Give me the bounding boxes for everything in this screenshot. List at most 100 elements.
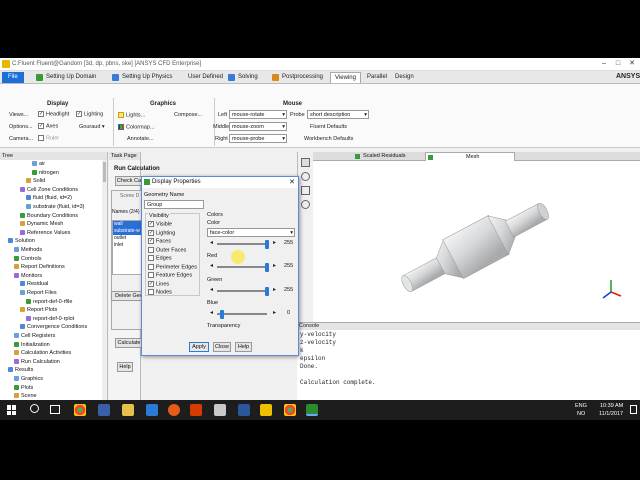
tree-item[interactable]: Monitors [14,272,42,280]
tree-item[interactable]: Graphics [14,375,43,383]
close-icon[interactable]: ✕ [289,177,295,188]
green2-decrease-arrow-icon[interactable]: ◂ [210,286,213,293]
lighting-checkbox[interactable]: ✓ Lighting [76,111,103,117]
red-slider-track[interactable] [217,243,267,245]
tree-item[interactable]: Boundary Conditions [20,212,78,220]
workbench-defaults-button[interactable]: Workbench Defaults [304,136,353,142]
tab-setting-up-physics[interactable]: Setting Up Physics [110,72,176,83]
tree-item[interactable]: Run Calculation [14,358,60,366]
green-slider-thumb[interactable] [265,263,269,272]
green2-increase-arrow-icon[interactable]: ▸ [273,286,276,293]
tree-item[interactable]: Scene [14,392,37,400]
clock-time[interactable]: 10:39 AM [600,403,623,409]
chrome-icon[interactable] [284,404,296,416]
clock-date[interactable]: 11/1/2017 [599,411,623,417]
tree-item[interactable]: report-def-0-rfile [26,298,72,306]
tab-viewing[interactable]: Viewing [330,72,361,83]
tree-item[interactable]: Report Definitions [14,263,65,271]
pointer-icon[interactable] [301,158,310,167]
tab-parallel[interactable]: Parallel [363,72,391,83]
language-indicator[interactable]: ENG [575,403,587,409]
green-increase-arrow-icon[interactable]: ▸ [273,262,276,269]
green2-slider-thumb[interactable] [265,287,269,296]
green-slider-track[interactable] [217,266,267,268]
options-button[interactable]: Options... [9,124,33,130]
tab-design[interactable]: Design [391,72,418,83]
tree-item[interactable]: Residual [20,280,48,288]
word-icon[interactable] [238,404,250,416]
red-increase-arrow-icon[interactable]: ▸ [273,239,276,246]
visibility-checkbox[interactable]: Outer Faces [148,246,186,253]
tree-item[interactable]: air [32,160,45,168]
minimize-button[interactable]: – [598,59,610,69]
compose-button[interactable]: Compose... [174,112,202,118]
tree-item[interactable]: substrate (fluid, id=3) [26,203,85,211]
right-mouse-dropdown[interactable]: mouse-probe ▾ [229,134,287,143]
blue-increase-arrow-icon[interactable]: ▸ [273,309,276,316]
tree-item[interactable]: Reference Values [20,229,70,237]
views-button[interactable]: Views... [9,112,28,118]
geometry-name-field[interactable]: Group [144,200,204,209]
tree-item[interactable]: nitrogen [32,169,59,177]
ruler-checkbox[interactable]: Ruler [38,135,59,141]
green-decrease-arrow-icon[interactable]: ◂ [210,262,213,269]
tab-user-defined[interactable]: User Defined [176,72,227,83]
axes-checkbox[interactable]: ✓ Axes [38,123,58,129]
console-panel[interactable]: Console y-velocity z-velocity k epsilon Done… [297,322,640,400]
app-icon[interactable] [146,404,158,416]
close-button[interactable]: Close [213,342,231,352]
tab-scaled-residuals[interactable]: Scaled Residuals [353,152,410,161]
shading-dropdown[interactable]: Gouraud ▾ [79,124,105,130]
apply-button[interactable]: Apply [189,342,209,352]
zoom-icon[interactable] [301,200,310,209]
tree-item[interactable]: Methods [14,246,42,254]
close-window-button[interactable]: ✕ [626,59,638,69]
chrome-icon[interactable] [74,404,86,416]
tree-item[interactable]: Initialization [14,341,50,349]
visibility-checkbox[interactable]: ✓ Faces [148,238,171,244]
tree-item[interactable]: Dynamic Mesh [20,220,63,228]
probe-dropdown[interactable]: short description ▾ [307,110,369,119]
tab-postprocessing[interactable]: Postprocessing [270,72,327,83]
tree-item[interactable]: Results [8,366,33,374]
camera-button[interactable]: Camera... [9,136,33,142]
headlight-checkbox[interactable]: ✓ Headlight [38,111,69,117]
tree-item[interactable]: Report Plots [20,306,57,314]
color-dropdown[interactable]: face-color ▾ [207,228,295,237]
tree-item[interactable]: fluid (fluid, id=2) [26,194,72,202]
tree-item[interactable]: Controls [14,255,41,263]
colormap-button[interactable]: Colormap... [118,124,154,130]
teamviewer-icon[interactable] [98,404,110,416]
blue-slider-thumb[interactable] [220,310,224,319]
notification-icon[interactable] [630,405,637,414]
lights-button[interactable]: Lights... [118,112,145,118]
task-view-icon[interactable] [50,405,60,414]
start-button[interactable] [7,405,17,415]
tree-item[interactable]: Solid [26,177,45,185]
graphics-viewport[interactable] [313,152,640,322]
blue-decrease-arrow-icon[interactable]: ◂ [210,309,213,316]
ansys-workbench-icon[interactable] [260,404,272,416]
powerpoint-icon[interactable] [190,404,202,416]
tree-item[interactable]: Cell Registers [14,332,55,340]
tab-setting-up-domain[interactable]: Setting Up Domain [34,72,100,83]
visibility-checkbox[interactable]: ✓ Visible [148,221,172,227]
tree-item[interactable]: Cell Zone Conditions [20,186,78,194]
visibility-checkbox[interactable]: Perimeter Edges [148,263,197,270]
annotate-button[interactable]: Annotate... [127,136,154,142]
calculate-button[interactable]: Calculate [115,338,143,348]
tab-mesh[interactable]: Mesh [425,152,515,161]
fluent-defaults-button[interactable]: Fluent Defaults [310,124,347,130]
help-button[interactable]: Help [235,342,252,352]
tree-scrollbar[interactable] [102,160,107,400]
maximize-button[interactable]: □ [612,59,624,69]
green2-slider-track[interactable] [217,290,267,292]
search-icon[interactable] [30,404,39,413]
tree-item[interactable]: Report Files [20,289,57,297]
pan-icon[interactable] [301,186,310,195]
tree-item[interactable]: Convergence Conditions [20,323,87,331]
notepad-icon[interactable] [214,404,226,416]
middle-mouse-dropdown[interactable]: mouse-zoom ▾ [229,122,287,131]
red-decrease-arrow-icon[interactable]: ◂ [210,239,213,246]
tree-item[interactable]: Plots [14,384,33,392]
